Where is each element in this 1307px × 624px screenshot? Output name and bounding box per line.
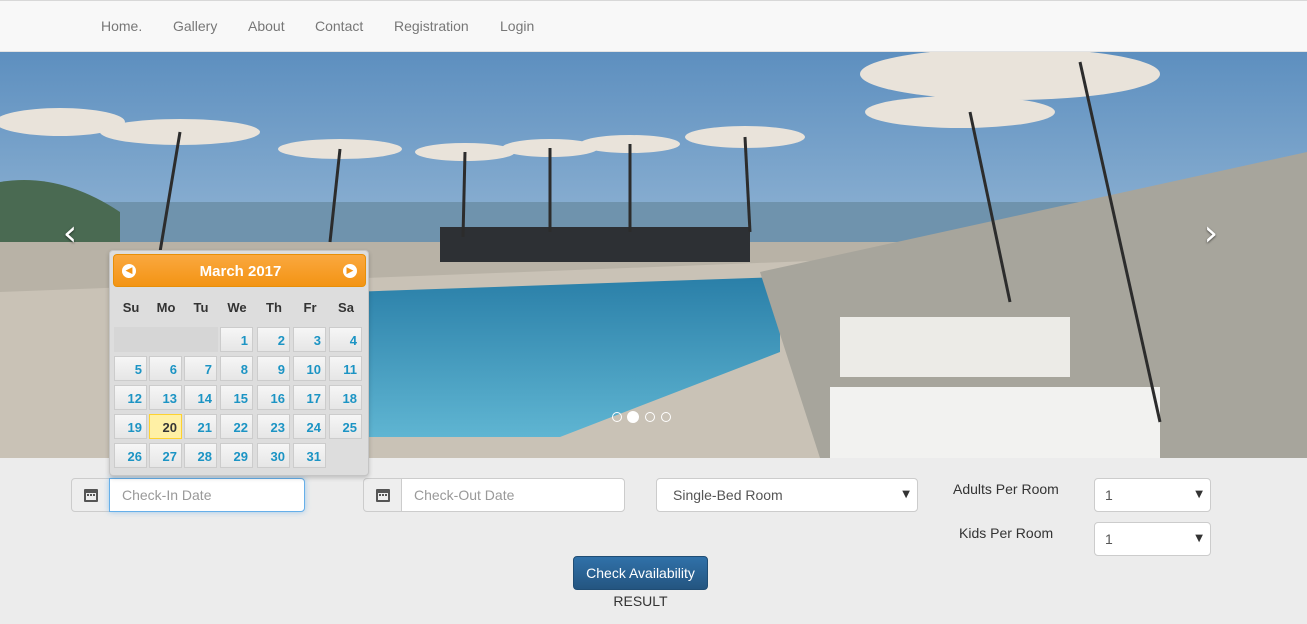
- kids-value: 1: [1105, 531, 1113, 547]
- datepicker-header: ◀ March 2017 ▶: [113, 254, 366, 287]
- datepicker-day[interactable]: 18: [329, 385, 362, 410]
- carousel-prev-arrow[interactable]: ‹: [55, 214, 85, 254]
- adults-select[interactable]: 1 ▼: [1094, 478, 1211, 512]
- nav-login[interactable]: Login: [500, 18, 534, 34]
- result-label: RESULT: [613, 593, 668, 609]
- datepicker-day[interactable]: 2: [257, 327, 290, 352]
- chevron-down-icon: ▼: [902, 489, 910, 500]
- datepicker-day[interactable]: 7: [184, 356, 217, 381]
- datepicker-day[interactable]: 5: [114, 356, 147, 381]
- datepicker-day[interactable]: 29: [220, 443, 253, 468]
- checkout-date-input[interactable]: [401, 478, 625, 512]
- datepicker-day-today[interactable]: 20: [149, 414, 182, 439]
- carousel-dot[interactable]: [645, 412, 655, 422]
- check-availability-button[interactable]: Check Availability: [573, 556, 708, 590]
- datepicker-day[interactable]: 24: [293, 414, 326, 439]
- datepicker-day[interactable]: 13: [149, 385, 182, 410]
- weekday-header: Sa: [338, 300, 354, 315]
- room-type-select[interactable]: Single-Bed Room ▼: [656, 478, 918, 512]
- datepicker-day[interactable]: 16: [257, 385, 290, 410]
- datepicker-month: March 2017: [199, 263, 282, 280]
- nav-contact[interactable]: Contact: [315, 18, 363, 34]
- datepicker-day[interactable]: 8: [220, 356, 253, 381]
- datepicker-day[interactable]: 11: [329, 356, 362, 381]
- datepicker-day[interactable]: 23: [257, 414, 290, 439]
- datepicker-day[interactable]: 31: [293, 443, 326, 468]
- datepicker-day[interactable]: 17: [293, 385, 326, 410]
- weekday-header: Th: [266, 300, 282, 315]
- datepicker-day[interactable]: 25: [329, 414, 362, 439]
- calendar-icon: [84, 489, 98, 502]
- nav-registration[interactable]: Registration: [394, 18, 469, 34]
- chevron-down-icon: ▼: [1195, 533, 1203, 544]
- checkin-calendar-addon[interactable]: [71, 478, 110, 512]
- checkin-date-input[interactable]: [109, 478, 305, 512]
- datepicker-day[interactable]: 10: [293, 356, 326, 381]
- datepicker-day[interactable]: 30: [257, 443, 290, 468]
- datepicker-day[interactable]: 3: [293, 327, 326, 352]
- nav-about[interactable]: About: [248, 18, 285, 34]
- kids-label: Kids Per Room: [959, 525, 1054, 541]
- room-type-value: Single-Bed Room: [673, 487, 783, 503]
- datepicker-day[interactable]: 15: [220, 385, 253, 410]
- weekday-header: Mo: [156, 300, 176, 315]
- datepicker-day[interactable]: 28: [184, 443, 217, 468]
- next-month-icon[interactable]: ▶: [343, 264, 357, 278]
- weekday-header: Su: [122, 300, 140, 315]
- carousel-dot[interactable]: [612, 412, 622, 422]
- datepicker-empty-cells: [114, 327, 218, 352]
- nav-gallery[interactable]: Gallery: [173, 18, 217, 34]
- weekday-header: Tu: [193, 300, 209, 315]
- datepicker-day[interactable]: 26: [114, 443, 147, 468]
- datepicker-day[interactable]: 21: [184, 414, 217, 439]
- kids-select[interactable]: 1 ▼: [1094, 522, 1211, 556]
- datepicker-day[interactable]: 6: [149, 356, 182, 381]
- carousel-dot-active[interactable]: [627, 411, 639, 423]
- carousel-next-arrow[interactable]: ›: [1196, 214, 1226, 254]
- weekday-header: We: [227, 300, 247, 315]
- datepicker-day[interactable]: 14: [184, 385, 217, 410]
- datepicker-day[interactable]: 12: [114, 385, 147, 410]
- datepicker-day[interactable]: 22: [220, 414, 253, 439]
- datepicker-day[interactable]: 1: [220, 327, 253, 352]
- datepicker-day[interactable]: 4: [329, 327, 362, 352]
- datepicker-day[interactable]: 19: [114, 414, 147, 439]
- datepicker-popup: ◀ March 2017 ▶ Su Mo Tu We Th Fr Sa 1 2 3 4 5 6 7 8 9 10…: [109, 250, 369, 476]
- datepicker-day[interactable]: 9: [257, 356, 290, 381]
- checkout-calendar-addon[interactable]: [363, 478, 402, 512]
- adults-label: Adults Per Room: [953, 481, 1059, 497]
- datepicker-day[interactable]: 27: [149, 443, 182, 468]
- adults-value: 1: [1105, 487, 1113, 503]
- chevron-down-icon: ▼: [1195, 489, 1203, 500]
- calendar-icon: [376, 489, 390, 502]
- weekday-header: Fr: [303, 300, 317, 315]
- carousel-dot[interactable]: [661, 412, 671, 422]
- nav-home[interactable]: Home.: [101, 18, 142, 34]
- navbar: Home. Gallery About Contact Registration…: [0, 0, 1307, 52]
